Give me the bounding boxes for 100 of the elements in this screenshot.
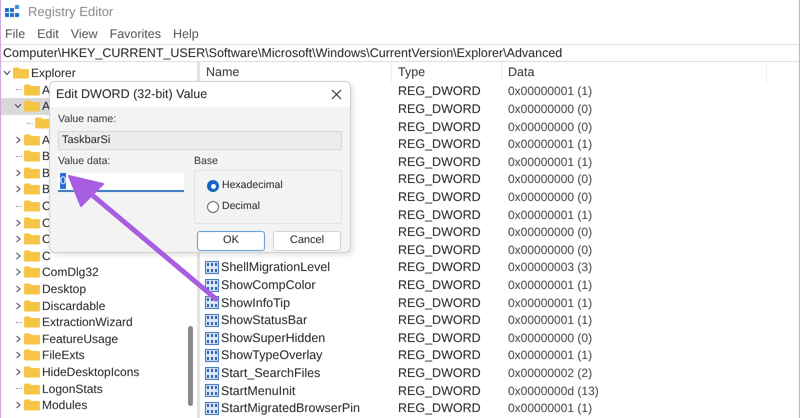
table-cell: REG_DWORD: [398, 296, 481, 310]
table-cell: 0x00000000 (0): [508, 242, 592, 257]
table-cell-text: Start_SearchFiles: [221, 364, 320, 382]
tree-item[interactable]: FeatureUsage: [1, 330, 120, 348]
tree-item[interactable]: C: [1, 248, 53, 264]
tree-item[interactable]: ExtractionWizard: [1, 314, 135, 330]
column-header[interactable]: Type: [398, 63, 426, 82]
folder-icon: [24, 316, 40, 328]
scrollbar-thumb[interactable]: [188, 326, 193, 406]
table-cell: REG_DWORD: [398, 154, 481, 169]
folder-icon: [24, 399, 40, 412]
binary-value-icon: [205, 278, 219, 292]
table-cell: 0x00000000 (0): [508, 190, 592, 204]
table-cell: 0x0000000d (13): [508, 384, 599, 398]
window-title: Registry Editor: [28, 3, 114, 22]
field-label: Value data:: [58, 154, 112, 169]
table-cell-text: StartMigratedBrowserPin: [221, 400, 360, 418]
table-cell: REG_DWORD: [398, 190, 481, 204]
radio-option[interactable]: Decimal: [207, 199, 341, 215]
table-cell-text: ShowInfoTip: [221, 294, 290, 312]
table-cell: 0x00000001 (1): [508, 296, 592, 310]
table-cell: REG_DWORD: [398, 102, 481, 116]
value-name-field[interactable]: TaskbarSi: [58, 130, 342, 150]
table-cell: 0x00000002 (2): [508, 366, 592, 380]
tree-item[interactable]: FileExts: [1, 347, 87, 364]
tree-item[interactable]: Discardable: [1, 297, 108, 314]
tree-item[interactable]: Explorer: [1, 65, 78, 82]
folder-icon: [24, 300, 40, 312]
table-cell: REG_DWORD: [398, 330, 481, 345]
table-cell: 0x00000001 (1): [508, 348, 592, 362]
menu-item[interactable]: View: [70, 24, 98, 44]
folder-icon: [13, 67, 29, 80]
table-cell: 0x00000000 (0): [508, 102, 592, 116]
table-cell: REG_DWORD: [398, 137, 481, 152]
binary-value-icon: [205, 366, 219, 380]
dialog-button[interactable]: Cancel: [273, 230, 341, 250]
menu-item[interactable]: Favorites: [110, 24, 161, 44]
chevron-down-icon[interactable]: [14, 102, 22, 110]
table-cell-text: ShowCompColor: [221, 276, 316, 294]
radio-option[interactable]: Hexadecimal: [207, 178, 341, 194]
binary-value-icon: [205, 349, 219, 362]
tree-item[interactable]: Desktop: [1, 280, 88, 298]
tree-item[interactable]: B: [1, 164, 52, 182]
table-cell: 0x00000001 (1): [508, 401, 592, 416]
table-cell: REG_DWORD: [398, 260, 481, 274]
tree-item[interactable]: HideDesktopIcons: [1, 364, 142, 380]
binary-value-icon: [205, 332, 219, 345]
table-cell-text: StartMenuInit: [221, 382, 296, 400]
chevron-down-icon[interactable]: [2, 69, 10, 78]
table-cell: 0x00000001 (1): [508, 278, 592, 292]
table-cell: REG_DWORD: [398, 172, 481, 186]
folder-icon: [24, 366, 40, 378]
tree-item[interactable]: LogonStats: [1, 380, 105, 397]
tree-item[interactable]: B: [1, 148, 52, 165]
dialog-button[interactable]: OK: [197, 230, 265, 250]
table-cell: REG_DWORD: [398, 225, 481, 240]
table-cell: REG_DWORD: [398, 401, 481, 416]
tree-item[interactable]: ComDlg32: [1, 264, 101, 281]
binary-value-icon: [205, 314, 219, 328]
address-bar[interactable]: Computer\HKEY_CURRENT_USER\Software\Microsoft\Windows\CurrentVersion\Explorer\Advanced: [1, 44, 799, 62]
menu-item[interactable]: File: [5, 24, 26, 44]
table-cell: REG_DWORD: [398, 384, 481, 398]
folder-icon: [24, 250, 40, 262]
menu-item[interactable]: Edit: [37, 24, 59, 44]
table-cell: 0x00000001 (1): [508, 84, 592, 98]
table-cell-text: ShowSuperHidden: [221, 330, 326, 347]
dialog-title: Edit DWORD (32-bit) Value: [56, 86, 208, 104]
table-cell: 0x00000000 (0): [508, 172, 592, 186]
folder-icon: [24, 332, 40, 345]
table-cell: 0x00000000 (0): [508, 225, 592, 240]
table-cell: REG_DWORD: [398, 348, 481, 362]
table-cell: 0x00000001 (1): [508, 154, 592, 169]
table-cell-text: ShellMigrationLevel: [221, 259, 330, 276]
column-header[interactable]: Name: [206, 63, 240, 82]
folder-icon: [24, 134, 40, 146]
table-cell: REG_DWORD: [398, 366, 481, 380]
folder-icon: [24, 283, 40, 296]
folder-icon: [24, 382, 40, 395]
table-cell-text: ShowTypeOverlay: [221, 347, 322, 364]
folder-icon: [24, 233, 40, 246]
chevron-right-icon[interactable]: [14, 136, 22, 144]
table-cell: REG_DWORD: [398, 84, 481, 98]
table-cell: REG_DWORD: [398, 120, 481, 134]
table-cell: 0x00000001 (1): [508, 137, 592, 152]
tree-item[interactable]: B: [1, 181, 52, 198]
table-cell: REG_DWORD: [398, 313, 481, 328]
folder-icon: [24, 150, 40, 162]
table-cell: 0x00000001 (1): [508, 313, 592, 328]
field-label: Value name:: [58, 112, 118, 127]
folder-icon: [24, 200, 40, 212]
binary-value-icon: [205, 384, 219, 398]
chevron-right-icon[interactable]: [14, 401, 22, 410]
folder-icon: [24, 266, 40, 278]
column-header[interactable]: Data: [508, 63, 534, 82]
table-cell: REG_DWORD: [398, 278, 481, 292]
folder-icon: [24, 183, 40, 196]
menu-item[interactable]: Help: [172, 24, 199, 44]
close-icon[interactable]: [331, 89, 342, 100]
tree-item[interactable]: Modules: [1, 396, 90, 414]
folder-icon: [24, 100, 40, 112]
